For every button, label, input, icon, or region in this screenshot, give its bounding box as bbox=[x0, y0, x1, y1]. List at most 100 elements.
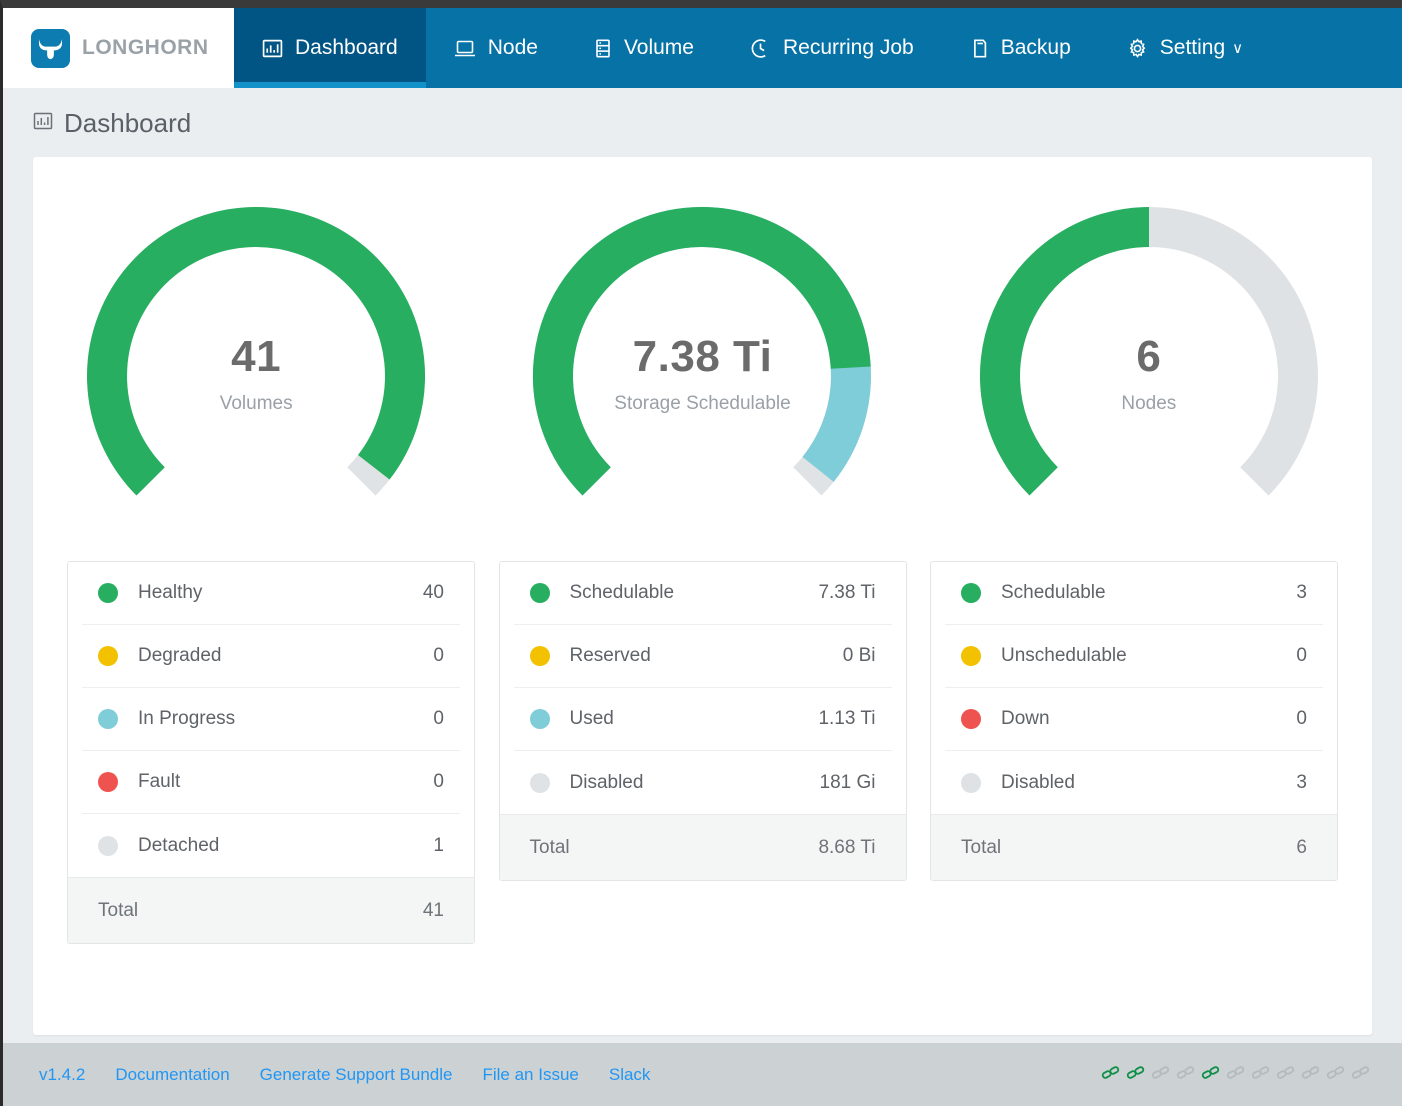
legend-value: 0 bbox=[433, 708, 444, 729]
nav-label: Node bbox=[487, 36, 538, 59]
legend-total-row: Total 8.68 Ti bbox=[499, 814, 906, 880]
legend-label: In Progress bbox=[138, 708, 236, 729]
nav-item-node[interactable]: Node bbox=[426, 8, 566, 88]
dashboard-card: 41 Volumes 7.38 Ti Storage Schedulable 6… bbox=[33, 157, 1372, 1035]
volume-stack-icon bbox=[594, 38, 612, 59]
legend-total-row: Total 6 bbox=[931, 814, 1337, 880]
legend-label: Reserved bbox=[569, 645, 651, 666]
list-item[interactable]: Fault 0 bbox=[82, 751, 460, 814]
legend-label: Disabled bbox=[569, 771, 644, 793]
nav-label: Setting bbox=[1159, 36, 1226, 59]
app-root: LONGHORN Dashboard Node Volume Recurring… bbox=[0, 0, 1402, 1106]
volumes-donut-chart bbox=[87, 207, 426, 496]
status-dot-healthy bbox=[98, 583, 118, 603]
status-dot-used bbox=[529, 709, 550, 729]
legend-value: 181 Gi bbox=[819, 771, 876, 793]
legend-value: 1 bbox=[433, 834, 444, 856]
legend-value: 0 bbox=[433, 645, 444, 666]
status-dot-in-progress bbox=[98, 709, 118, 729]
list-item[interactable]: Down 0 bbox=[945, 688, 1323, 751]
status-dot-disabled bbox=[961, 772, 981, 793]
footer-link-version[interactable]: v1.4.2 bbox=[39, 1065, 85, 1085]
list-item[interactable]: In Progress 0 bbox=[82, 688, 460, 751]
legend-label: Down bbox=[1001, 708, 1050, 729]
status-dot-down bbox=[961, 709, 981, 729]
legend-value: 0 bbox=[1296, 708, 1307, 729]
page-header: Dashboard bbox=[3, 88, 1402, 157]
chain-link-icon bbox=[1099, 1061, 1122, 1089]
list-item[interactable]: Reserved 0 Bi bbox=[513, 625, 892, 688]
gauge-volumes: 41 Volumes bbox=[69, 201, 443, 541]
total-value: 6 bbox=[1296, 836, 1307, 858]
chain-link-icon bbox=[1274, 1061, 1297, 1089]
legend-label: Degraded bbox=[138, 645, 222, 666]
legend-label: Schedulable bbox=[569, 582, 675, 603]
list-item[interactable]: Disabled 181 Gi bbox=[514, 751, 892, 814]
list-item[interactable]: Used 1.13 Ti bbox=[513, 688, 892, 751]
nav-label: Dashboard bbox=[295, 36, 398, 59]
footer-link-file-an-issue[interactable]: File an Issue bbox=[482, 1065, 578, 1085]
nodes-donut-chart bbox=[979, 207, 1318, 496]
list-item[interactable]: Disabled 3 bbox=[945, 751, 1323, 814]
backup-copy-icon bbox=[970, 38, 989, 59]
nav-item-recurring-job[interactable]: Recurring Job bbox=[722, 8, 942, 88]
chain-link-icon bbox=[1249, 1061, 1272, 1089]
legend-value: 7.38 Ti bbox=[818, 582, 876, 603]
list-item[interactable]: Healthy 40 bbox=[82, 562, 460, 625]
status-dot-reserved bbox=[529, 646, 550, 666]
status-dot-unschedulable bbox=[961, 646, 981, 666]
nav-item-backup[interactable]: Backup bbox=[942, 8, 1099, 88]
nav-label: Recurring Job bbox=[782, 36, 914, 59]
gauges-row: 41 Volumes 7.38 Ti Storage Schedulable 6… bbox=[33, 157, 1372, 541]
status-dot-degraded bbox=[98, 646, 118, 666]
legend-value: 1.13 Ti bbox=[818, 708, 876, 729]
server-node-icon bbox=[454, 38, 476, 59]
legend-value: 40 bbox=[422, 582, 444, 603]
list-item[interactable]: Unschedulable 0 bbox=[945, 625, 1323, 688]
longhorn-bull-icon bbox=[31, 28, 70, 68]
legend-value: 0 bbox=[1296, 645, 1307, 666]
gauge-storage: 7.38 Ti Storage Schedulable bbox=[515, 201, 889, 541]
footer-bar: v1.4.2 Documentation Generate Support Bu… bbox=[3, 1043, 1402, 1106]
legend-value: 0 bbox=[433, 771, 444, 792]
total-label: Total bbox=[98, 899, 139, 921]
nav-items: Dashboard Node Volume Recurring Job Back… bbox=[234, 8, 1271, 88]
nav-item-setting[interactable]: Setting ∨ bbox=[1099, 8, 1271, 88]
chain-link-icon bbox=[1149, 1061, 1172, 1089]
legend-label: Fault bbox=[138, 771, 181, 792]
chain-link-icon bbox=[1349, 1061, 1372, 1089]
status-dot-schedulable bbox=[961, 583, 981, 603]
legend-value: 3 bbox=[1296, 771, 1307, 793]
nav-item-dashboard[interactable]: Dashboard bbox=[234, 8, 426, 88]
list-item[interactable]: Degraded 0 bbox=[82, 625, 460, 688]
gauge-nodes: 6 Nodes bbox=[962, 201, 1336, 541]
chain-link-icon bbox=[1224, 1061, 1247, 1089]
brand-logo-area[interactable]: LONGHORN bbox=[3, 8, 234, 88]
total-label: Total bbox=[961, 836, 1002, 858]
legend-label: Healthy bbox=[138, 582, 203, 603]
list-item[interactable]: Schedulable 3 bbox=[945, 562, 1323, 625]
brand-name: LONGHORN bbox=[82, 36, 209, 59]
nav-item-volume[interactable]: Volume bbox=[566, 8, 722, 88]
nav-label: Backup bbox=[1000, 36, 1071, 59]
legend-nodes: Schedulable 3 Unschedulable 0 Down 0 Dis… bbox=[930, 561, 1338, 881]
footer-link-slack[interactable]: Slack bbox=[609, 1065, 651, 1085]
chain-link-icon bbox=[1324, 1061, 1347, 1089]
total-value: 41 bbox=[422, 899, 444, 921]
status-dot-fault bbox=[98, 772, 118, 792]
footer-link-documentation[interactable]: Documentation bbox=[115, 1065, 229, 1085]
legend-rows: Healthy 40 Degraded 0 In Progress 0 Faul… bbox=[68, 562, 474, 877]
chain-link-icon bbox=[1174, 1061, 1197, 1089]
connection-status-icons bbox=[1099, 1061, 1372, 1089]
legend-label: Schedulable bbox=[1001, 582, 1106, 603]
chain-link-icon bbox=[1199, 1061, 1222, 1089]
page-title: Dashboard bbox=[64, 108, 192, 138]
top-navbar: LONGHORN Dashboard Node Volume Recurring… bbox=[3, 8, 1402, 88]
list-item[interactable]: Detached 1 bbox=[82, 814, 460, 877]
clock-icon bbox=[750, 38, 771, 59]
legend-volumes: Healthy 40 Degraded 0 In Progress 0 Faul… bbox=[67, 561, 475, 944]
footer-link-generate-support-bundle[interactable]: Generate Support Bundle bbox=[260, 1065, 453, 1085]
list-item[interactable]: Schedulable 7.38 Ti bbox=[513, 562, 892, 625]
legend-value: 0 Bi bbox=[842, 645, 876, 666]
legend-tables: Healthy 40 Degraded 0 In Progress 0 Faul… bbox=[33, 541, 1372, 944]
